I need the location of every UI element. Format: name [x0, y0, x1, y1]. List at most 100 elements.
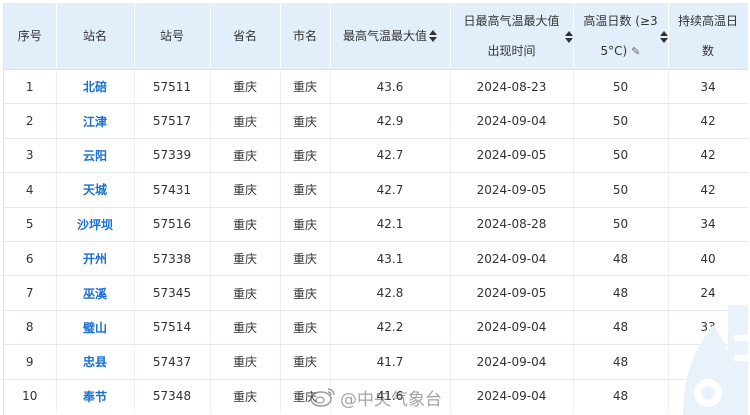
cell-station-name[interactable]: 巫溪: [56, 275, 135, 311]
header-max-temp-date[interactable]: 日最高气温最大值 出现时间: [450, 3, 574, 70]
table-row: 9 忠县 57437 重庆 重庆 41.7 2024-09-04 48 35: [4, 344, 748, 380]
header-max-temp[interactable]: 最高气温最大值: [330, 3, 451, 70]
header-province: 省名: [210, 3, 281, 70]
cell-city: 重庆: [280, 310, 331, 346]
cell-hot-days: 48: [573, 241, 669, 277]
cell-max-temp: 42.7: [330, 172, 451, 208]
cell-max-temp: 43.1: [330, 241, 451, 277]
cell-station-name[interactable]: 奉节: [56, 379, 135, 413]
cell-station-id: 57511: [134, 69, 211, 105]
cell-date: 2024-09-04: [450, 241, 574, 277]
cell-consecutive-days: 33: [668, 310, 748, 346]
cell-consecutive-days: 24: [668, 275, 748, 311]
cell-max-temp: 42.1: [330, 207, 451, 242]
cell-consecutive-days: 16: [668, 379, 748, 413]
cell-consecutive-days: 42: [668, 103, 748, 139]
cell-city: 重庆: [280, 138, 331, 174]
cell-station-name[interactable]: 云阳: [56, 138, 135, 174]
cell-date: 2024-09-04: [450, 310, 574, 346]
cell-station-name[interactable]: 沙坪坝: [56, 207, 135, 242]
sort-icon[interactable]: [659, 31, 668, 43]
cell-hot-days: 48: [573, 275, 669, 311]
cell-station-id: 57431: [134, 172, 211, 208]
cell-max-temp: 41.7: [330, 344, 451, 380]
cell-city: 重庆: [280, 275, 331, 311]
cell-date: 2024-09-04: [450, 103, 574, 139]
header-station-name: 站名: [56, 3, 135, 70]
header-station-id: 站号: [134, 3, 211, 70]
table-row: 7 巫溪 57345 重庆 重庆 42.8 2024-09-05 48 24: [4, 275, 748, 311]
cell-date: 2024-09-04: [450, 379, 574, 413]
table-row: 10 奉节 57348 重庆 重庆 41.6 2024-09-04 48 16: [4, 379, 748, 413]
cell-city: 重庆: [280, 69, 331, 105]
cell-consecutive-days: 34: [668, 207, 748, 242]
cell-max-temp: 42.8: [330, 275, 451, 311]
sort-icon[interactable]: [429, 30, 437, 43]
cell-station-name[interactable]: 开州: [56, 241, 135, 277]
cell-date: 2024-08-28: [450, 207, 574, 242]
header-hot-days[interactable]: 高温日数 (≥3 5°C) ✎: [573, 3, 669, 70]
cell-province: 重庆: [210, 138, 281, 174]
header-consecutive-days[interactable]: 持续高温日 数: [668, 3, 748, 70]
cell-consecutive-days: 35: [668, 344, 748, 380]
high-temperature-stations-table: 序号 站名 站号 省名 市名 最高气温最大值 日最高气温最大值 出现时间 高温日…: [4, 3, 748, 413]
cell-station-id: 57514: [134, 310, 211, 346]
header-seq: 序号: [4, 3, 57, 70]
cell-province: 重庆: [210, 310, 281, 346]
cell-hot-days: 50: [573, 103, 669, 139]
cell-province: 重庆: [210, 344, 281, 380]
cell-station-id: 57348: [134, 379, 211, 413]
cell-seq: 8: [4, 310, 57, 346]
table-row: 3 云阳 57339 重庆 重庆 42.7 2024-09-05 50 42: [4, 138, 748, 174]
cell-province: 重庆: [210, 103, 281, 139]
cell-city: 重庆: [280, 103, 331, 139]
cell-city: 重庆: [280, 379, 331, 413]
cell-seq: 2: [4, 103, 57, 139]
cell-seq: 10: [4, 379, 57, 413]
cell-station-name[interactable]: 璧山: [56, 310, 135, 346]
cell-consecutive-days: 40: [668, 241, 748, 277]
cell-date: 2024-09-05: [450, 275, 574, 311]
cell-max-temp: 42.2: [330, 310, 451, 346]
table-row: 8 璧山 57514 重庆 重庆 42.2 2024-09-04 48 33: [4, 310, 748, 346]
cell-province: 重庆: [210, 275, 281, 311]
cell-station-name[interactable]: 天城: [56, 172, 135, 208]
cell-province: 重庆: [210, 207, 281, 242]
cell-station-id: 57345: [134, 275, 211, 311]
cell-city: 重庆: [280, 207, 331, 242]
cell-province: 重庆: [210, 172, 281, 208]
cell-hot-days: 50: [573, 69, 669, 105]
cell-max-temp: 43.6: [330, 69, 451, 105]
cell-hot-days: 50: [573, 138, 669, 174]
cell-province: 重庆: [210, 379, 281, 413]
cell-date: 2024-09-05: [450, 138, 574, 174]
cell-station-id: 57437: [134, 344, 211, 380]
cell-city: 重庆: [280, 172, 331, 208]
table-row: 4 天城 57431 重庆 重庆 42.7 2024-09-05 50 42: [4, 172, 748, 208]
cell-station-name[interactable]: 忠县: [56, 344, 135, 380]
cell-hot-days: 50: [573, 207, 669, 242]
cell-date: 2024-09-04: [450, 344, 574, 380]
cell-hot-days: 48: [573, 379, 669, 413]
cell-seq: 7: [4, 275, 57, 311]
cell-seq: 1: [4, 69, 57, 105]
cell-seq: 5: [4, 207, 57, 242]
cell-station-id: 57338: [134, 241, 211, 277]
table-row: 5 沙坪坝 57516 重庆 重庆 42.1 2024-08-28 50 34: [4, 207, 748, 242]
cell-city: 重庆: [280, 241, 331, 277]
cell-max-temp: 42.7: [330, 138, 451, 174]
table-header-row: 序号 站名 站号 省名 市名 最高气温最大值 日最高气温最大值 出现时间 高温日…: [4, 3, 748, 70]
cell-hot-days: 48: [573, 310, 669, 346]
cell-seq: 4: [4, 172, 57, 208]
cell-seq: 9: [4, 344, 57, 380]
cell-station-id: 57516: [134, 207, 211, 242]
cell-station-name[interactable]: 北碚: [56, 69, 135, 105]
table-row: 2 江津 57517 重庆 重庆 42.9 2024-09-04 50 42: [4, 103, 748, 139]
cell-max-temp: 41.6: [330, 379, 451, 413]
header-city: 市名: [280, 3, 331, 70]
cell-station-name[interactable]: 江津: [56, 103, 135, 139]
cell-consecutive-days: 42: [668, 138, 748, 174]
cell-station-id: 57339: [134, 138, 211, 174]
data-table-container: 序号 站名 站号 省名 市名 最高气温最大值 日最高气温最大值 出现时间 高温日…: [3, 3, 748, 415]
sort-icon[interactable]: [564, 31, 573, 43]
